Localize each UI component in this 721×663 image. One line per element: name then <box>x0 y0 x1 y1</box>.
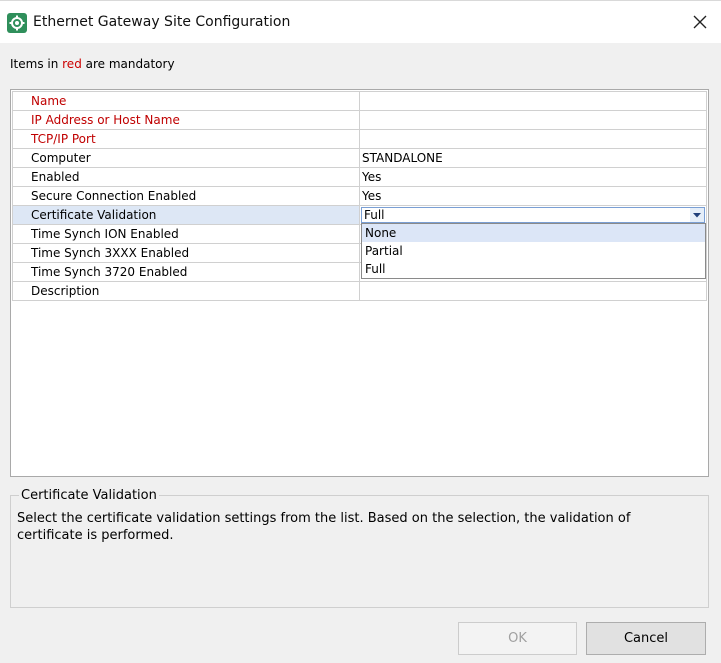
property-row-certificate-validation[interactable]: Certificate Validation Full <box>12 205 707 225</box>
title-bar: Ethernet Gateway Site Configuration <box>0 0 721 43</box>
property-row-name[interactable]: Name <box>12 91 707 111</box>
property-label: Computer <box>12 148 360 168</box>
property-label: Certificate Validation <box>12 205 360 225</box>
mandatory-notice: Items in red are mandatory <box>10 57 175 71</box>
close-icon <box>693 15 707 29</box>
info-panel-description: Select the certificate validation settin… <box>17 511 631 543</box>
combo-selected-value: Full <box>364 208 385 222</box>
dropdown-option-partial[interactable]: Partial <box>362 242 705 260</box>
property-label: Secure Connection Enabled <box>12 186 360 206</box>
property-label: Enabled <box>12 167 360 187</box>
ok-button[interactable]: OK <box>458 622 577 655</box>
property-row-computer[interactable]: Computer STANDALONE <box>12 148 707 168</box>
close-button[interactable] <box>687 9 713 35</box>
property-label: Time Synch 3XXX Enabled <box>12 243 360 263</box>
property-label: Time Synch ION Enabled <box>12 224 360 244</box>
property-value-cell: Full <box>359 205 707 225</box>
property-row-ip-address[interactable]: IP Address or Host Name <box>12 110 707 130</box>
certificate-validation-select[interactable]: Full <box>361 207 705 223</box>
property-label: Time Synch 3720 Enabled <box>12 262 360 282</box>
property-value[interactable]: Yes <box>359 186 707 206</box>
property-value[interactable] <box>359 91 707 111</box>
property-value[interactable] <box>359 129 707 149</box>
dropdown-toggle[interactable] <box>690 208 704 222</box>
property-row-description[interactable]: Description <box>12 281 707 301</box>
cancel-button[interactable]: Cancel <box>586 622 706 655</box>
certificate-validation-dropdown-list: None Partial Full <box>361 223 706 279</box>
dropdown-option-full[interactable]: Full <box>362 260 705 278</box>
window-title: Ethernet Gateway Site Configuration <box>33 14 291 30</box>
property-label: Name <box>12 91 360 111</box>
chevron-down-icon <box>693 213 701 218</box>
notice-prefix: Items in <box>10 57 63 71</box>
dropdown-option-none[interactable]: None <box>362 224 705 242</box>
property-value[interactable] <box>359 281 707 301</box>
property-label: Description <box>12 281 360 301</box>
notice-highlight: red <box>62 57 82 71</box>
property-value[interactable] <box>359 110 707 130</box>
gear-icon <box>7 13 27 33</box>
info-panel-title: Certificate Validation <box>19 488 159 503</box>
property-grid: Name IP Address or Host Name TCP/IP Port… <box>10 89 709 477</box>
property-label: TCP/IP Port <box>12 129 360 149</box>
property-label: IP Address or Host Name <box>12 110 360 130</box>
notice-suffix: are mandatory <box>81 57 175 71</box>
property-row-tcp-port[interactable]: TCP/IP Port <box>12 129 707 149</box>
property-value[interactable]: STANDALONE <box>359 148 707 168</box>
property-row-enabled[interactable]: Enabled Yes <box>12 167 707 187</box>
property-row-secure-connection[interactable]: Secure Connection Enabled Yes <box>12 186 707 206</box>
property-value[interactable]: Yes <box>359 167 707 187</box>
